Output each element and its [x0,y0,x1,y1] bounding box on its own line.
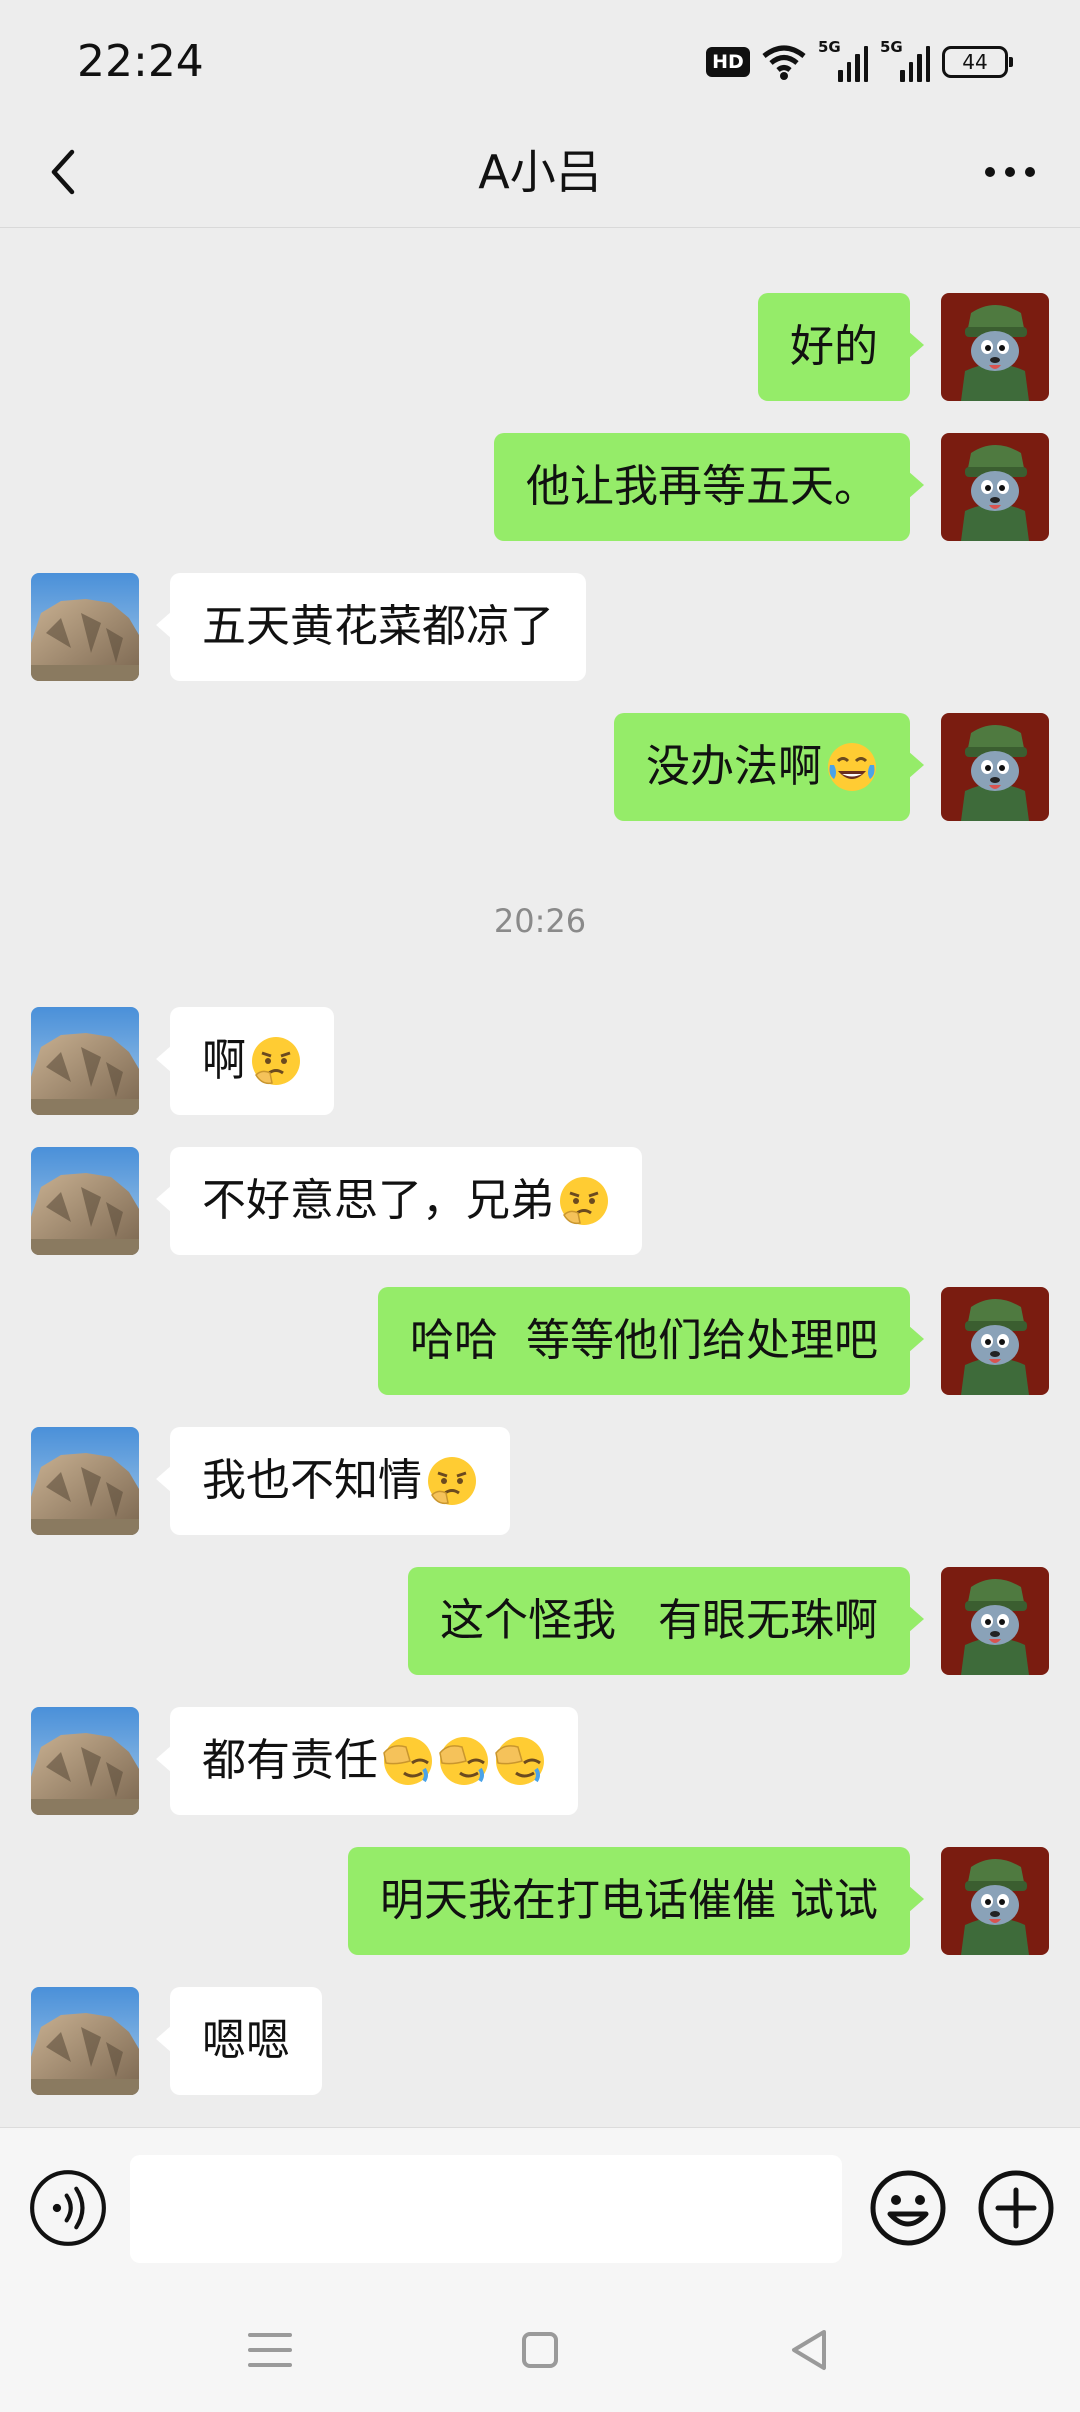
voice-icon [30,2170,106,2246]
message-bubble[interactable]: 没办法啊 [614,713,924,821]
message-text: 这个怪我 有眼无珠啊 [440,1595,878,1646]
message-bubble[interactable]: 嗯嗯 [156,1987,322,2095]
message-text: 都有责任 [202,1735,378,1786]
menu-icon [248,2333,292,2367]
message-timestamp: 20:26 [493,902,587,940]
signal-icon: 5G [818,38,868,82]
message-bubble[interactable]: 好的 [758,293,924,401]
message-bubble[interactable]: 这个怪我 有眼无珠啊 [408,1567,924,1675]
message-bubble[interactable]: 他让我再等五天。 [494,433,924,541]
message-text: 哈哈 等等他们给处理吧 [410,1315,878,1366]
facepalm-icon [494,1735,546,1787]
message-text: 好的 [790,321,878,372]
system-nav-bar [0,2290,1080,2412]
message-bubble[interactable]: 我也不知情 [156,1427,510,1535]
contact-avatar[interactable] [31,1707,139,1815]
plus-icon [978,2170,1054,2246]
message-row: 五天黄花菜都凉了 [0,573,1080,683]
message-bubble[interactable]: 不好意思了，兄弟 [156,1147,642,1255]
sad-thinking-icon [558,1175,610,1227]
contact-avatar[interactable] [31,1007,139,1115]
more-button[interactable] [962,140,1058,204]
emoji-button[interactable] [868,2168,948,2248]
message-row: 哈哈 等等他们给处理吧 [0,1287,1080,1397]
status-time: 22:24 [77,36,204,87]
message-row: 我也不知情 [0,1427,1080,1537]
message-row: 他让我再等五天。 [0,433,1080,543]
smiley-icon [870,2170,946,2246]
chat-title: A小吕 [478,145,602,199]
system-back-button[interactable] [780,2320,840,2380]
status-bar: 22:24 HD 5G 5G 44 [0,0,1080,118]
message-text: 他让我再等五天。 [526,461,878,512]
sad-thinking-icon [426,1455,478,1507]
message-text: 五天黄花菜都凉了 [202,601,554,652]
message-input[interactable] [130,2155,842,2263]
facepalm-icon [438,1735,490,1787]
message-row: 不好意思了，兄弟 [0,1147,1080,1257]
battery-icon: 44 [942,46,1013,78]
tears-of-joy-icon [826,741,878,793]
voice-button[interactable] [28,2168,108,2248]
my-avatar[interactable] [941,1567,1049,1675]
home-button[interactable] [510,2320,570,2380]
sad-thinking-icon [250,1035,302,1087]
message-row: 明天我在打电话催催 试试 [0,1847,1080,1957]
message-bubble[interactable]: 都有责任 [156,1707,578,1815]
message-row: 嗯嗯 [0,1987,1080,2097]
message-text: 不好意思了，兄弟 [202,1175,554,1226]
message-text: 嗯嗯 [202,2015,290,2066]
message-text: 没办法啊 [646,741,822,792]
my-avatar[interactable] [941,713,1049,821]
menu-button[interactable] [240,2320,300,2380]
message-row: 好的 [0,293,1080,403]
chat-header: A小吕 [0,118,1080,228]
facepalm-icon [382,1735,434,1787]
my-avatar[interactable] [941,293,1049,401]
my-avatar[interactable] [941,433,1049,541]
message-bubble[interactable]: 哈哈 等等他们给处理吧 [378,1287,924,1395]
message-bubble[interactable]: 啊 [156,1007,334,1115]
more-dots-icon [985,167,1035,177]
my-avatar[interactable] [941,1287,1049,1395]
message-bubble[interactable]: 五天黄花菜都凉了 [156,573,586,681]
message-text: 我也不知情 [202,1455,422,1506]
plus-button[interactable] [976,2168,1056,2248]
message-row: 都有责任 [0,1707,1080,1817]
battery-level: 44 [962,50,988,74]
message-row: 这个怪我 有眼无珠啊 [0,1567,1080,1677]
message-row: 没办法啊 [0,713,1080,823]
contact-avatar[interactable] [31,1427,139,1535]
message-bubble[interactable]: 明天我在打电话催催 试试 [348,1847,924,1955]
contact-avatar[interactable] [31,1987,139,2095]
hd-icon: HD [706,47,750,77]
message-text: 啊 [202,1035,246,1086]
signal-icon-2: 5G [880,38,930,82]
message-list[interactable]: 好的 他让我再等五天。 五天黄花菜都凉了 没办法啊 20:26 啊 不好意思了，… [0,230,1080,2125]
contact-avatar[interactable] [31,1147,139,1255]
my-avatar[interactable] [941,1847,1049,1955]
square-icon [522,2332,558,2368]
message-row: 啊 [0,1007,1080,1117]
triangle-back-icon [792,2330,826,2370]
wifi-icon [762,45,806,80]
message-text: 明天我在打电话催催 试试 [380,1875,878,1926]
contact-avatar[interactable] [31,573,139,681]
status-icons: HD 5G 5G 44 [706,38,1013,84]
